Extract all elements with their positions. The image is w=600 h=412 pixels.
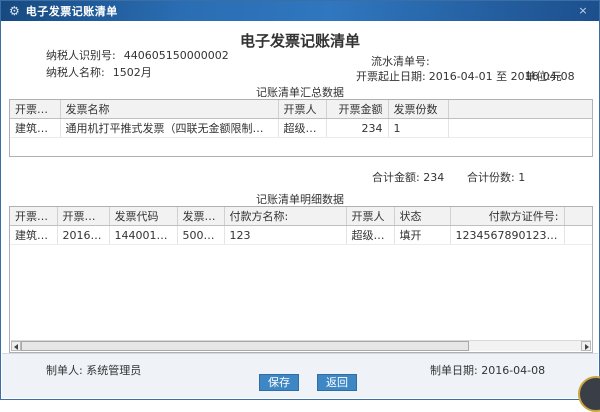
detail-header-row: 开票项目 开票日期 发票代码 发票号码 付款方名称: 开票人 状态 付款方证件号… <box>10 207 592 226</box>
detail-col-filler <box>564 207 592 226</box>
total-amount-label: 合计金额: <box>372 171 420 184</box>
detail-col-issuer: 开票人 <box>346 207 394 226</box>
summary-table: 开票项目 发票名称 开票人 开票金额 发票份数 建筑装饰业 通用机打平推式发票（… <box>9 99 593 157</box>
total-count-label: 合计份数: <box>467 171 515 184</box>
serial-no-label: 流水清单号: <box>371 55 430 68</box>
summary-col-filler <box>448 100 592 119</box>
taxpayer-id-label: 纳税人识别号: <box>46 49 116 62</box>
app-window: ⚙ 电子发票记账清单 × 电子发票记账清单 纳税人识别号: 44060515000… <box>0 0 600 400</box>
detail-table: 开票项目 开票日期 发票代码 发票号码 付款方名称: 开票人 状态 付款方证件号… <box>9 206 593 353</box>
scrollbar-thumb[interactable] <box>21 341 469 351</box>
total-count-value: 1 <box>518 171 525 184</box>
summary-header-row: 开票项目 发票名称 开票人 开票金额 发票份数 <box>10 100 592 119</box>
detail-cell-issuer: 超级管理员 <box>346 226 394 245</box>
summary-col-item: 开票项目 <box>10 100 60 119</box>
summary-col-invoice-name: 发票名称 <box>60 100 278 119</box>
detail-col-invoice-no: 发票号码 <box>177 207 224 226</box>
date-range-label: 开票起止日期: <box>356 70 426 83</box>
summary-cell-filler <box>448 119 592 138</box>
taxpayer-id-field: 纳税人识别号: 440605150000002 <box>46 47 229 63</box>
taxpayer-name-field: 纳税人名称: 1502月 <box>46 64 152 80</box>
footer-bar: 制单人: 系统管理员 制单日期: 2016-04-08 保存 返回 <box>2 353 598 398</box>
taxpayer-name-value: 1502月 <box>113 66 152 79</box>
total-amount-value: 234 <box>423 171 444 184</box>
creator-label: 制单人: <box>46 364 83 377</box>
close-icon[interactable]: × <box>575 3 591 19</box>
summary-cell-copies: 1 <box>388 119 448 138</box>
detail-cell-status: 填开 <box>394 226 450 245</box>
detail-col-item: 开票项目 <box>10 207 57 226</box>
summary-col-issuer: 开票人 <box>278 100 326 119</box>
detail-cell-payer-id: 123456789012345 <box>450 226 564 245</box>
creator-value: 系统管理员 <box>86 364 141 377</box>
floating-assistant-icon[interactable] <box>578 376 600 412</box>
summary-col-amount: 开票金额 <box>326 100 388 119</box>
detail-col-payer-id: 付款方证件号: <box>450 207 564 226</box>
taxpayer-id-value: 440605150000002 <box>124 49 229 62</box>
horizontal-scrollbar[interactable] <box>11 340 591 351</box>
taxpayer-name-label: 纳税人名称: <box>46 66 105 79</box>
detail-cell-payer-name: 123 <box>224 226 346 245</box>
window-title: 电子发票记账清单 <box>26 3 118 19</box>
detail-cell-item: 建筑装饰业 <box>10 226 57 245</box>
summary-cell-issuer: 超级管理员 <box>278 119 326 138</box>
title-bar: ⚙ 电子发票记账清单 × <box>1 1 599 21</box>
summary-table-row[interactable]: 建筑装饰业 通用机打平推式发票（四联无金额限制版·210mm×139... 超级… <box>10 119 592 138</box>
creator-field: 制单人: 系统管理员 <box>46 362 141 378</box>
detail-col-invoice-code: 发票代码 <box>109 207 177 226</box>
summary-cell-amount: 234 <box>326 119 388 138</box>
create-date-field: 制单日期: 2016-04-08 <box>430 362 545 378</box>
detail-cell-invoice-no: 50010712 <box>177 226 224 245</box>
summary-cell-invoice-name: 通用机打平推式发票（四联无金额限制版·210mm×139... <box>60 119 278 138</box>
create-date-label: 制单日期: <box>430 364 478 377</box>
save-button[interactable]: 保存 <box>259 374 299 391</box>
detail-col-status: 状态 <box>394 207 450 226</box>
detail-col-date: 开票日期 <box>57 207 109 226</box>
summary-section-title: 记账清单汇总数据 <box>1 84 599 100</box>
detail-cell-invoice-code: 144001402130 <box>109 226 177 245</box>
summary-col-copies: 发票份数 <box>388 100 448 119</box>
detail-cell-date: 20160408 <box>57 226 109 245</box>
detail-table-row[interactable]: 建筑装饰业 20160408 144001402130 50010712 123… <box>10 226 592 245</box>
serial-no-field: 流水清单号: <box>371 53 438 69</box>
scroll-right-arrow-icon[interactable] <box>581 341 591 351</box>
gear-icon: ⚙ <box>9 5 20 17</box>
create-date-value: 2016-04-08 <box>481 364 545 377</box>
detail-section-title: 记账清单明细数据 <box>1 191 599 207</box>
detail-col-payer-name: 付款方名称: <box>224 207 346 226</box>
unit-label: 单位:元 <box>525 68 562 84</box>
scroll-left-arrow-icon[interactable] <box>11 341 21 351</box>
summary-cell-item: 建筑装饰业 <box>10 119 60 138</box>
back-button[interactable]: 返回 <box>317 374 357 391</box>
detail-cell-filler <box>564 226 592 245</box>
